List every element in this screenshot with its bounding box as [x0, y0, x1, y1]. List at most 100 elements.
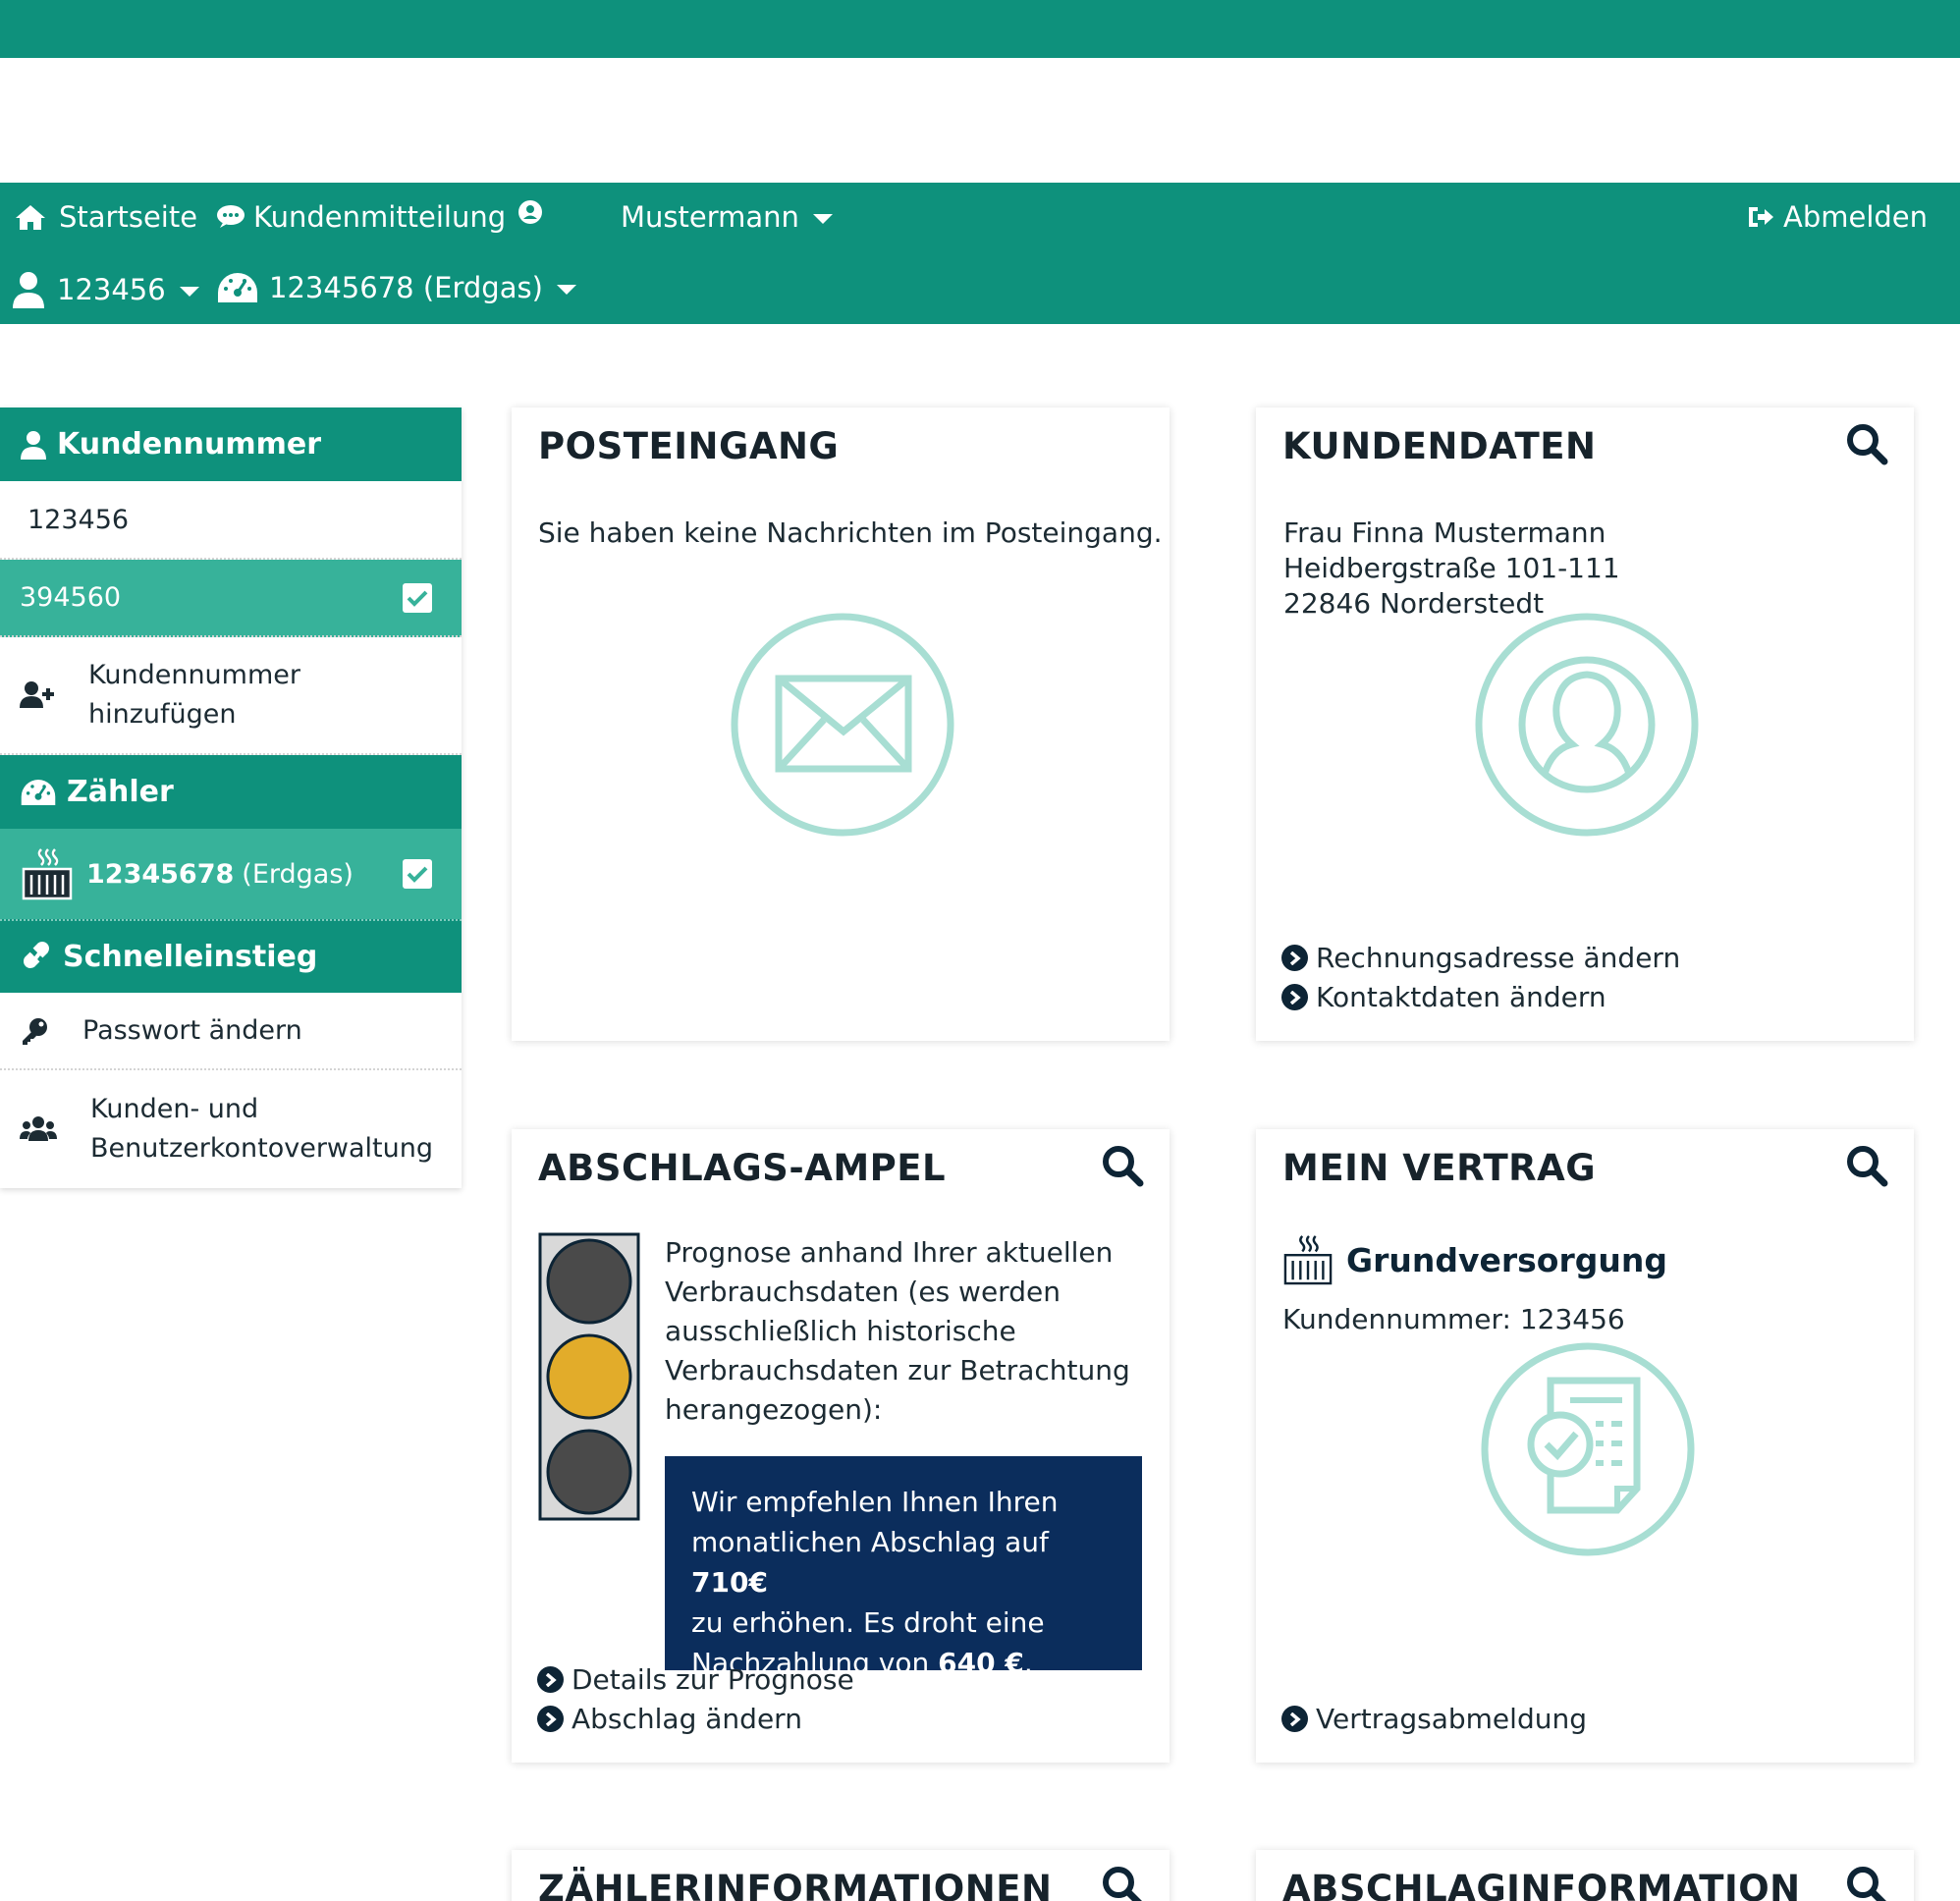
traffic-light-text-line: Verbrauchsdaten zur Betrachtung: [665, 1354, 1130, 1386]
sidebar-item-password[interactable]: Passwort ändern: [0, 993, 462, 1070]
checkbox-checked-icon[interactable]: [403, 582, 432, 613]
traffic-light-red: [546, 1238, 632, 1325]
logout-icon: [1749, 207, 1773, 227]
recommendation-line: zu erhöhen. Es droht eine: [691, 1606, 1045, 1639]
customer-data-title: KUNDENDATEN: [1282, 425, 1597, 467]
logout-button[interactable]: Abmelden: [1746, 200, 1928, 234]
search-icon[interactable]: [1845, 422, 1888, 465]
nav-customer-dropdown[interactable]: 123456: [12, 271, 199, 308]
traffic-light-text-line: Prognose anhand Ihrer aktuellen: [665, 1236, 1114, 1269]
sidebar-item-accounts[interactable]: Kunden- und Benutzerkontoverwaltung: [0, 1070, 462, 1188]
traffic-light-green: [546, 1429, 632, 1515]
meter-info-card: ZÄHLERINFORMATIONEN: [512, 1850, 1170, 1901]
traffic-light-text-line: herangezogen):: [665, 1393, 883, 1426]
sidebar-item-customer-394560[interactable]: 394560: [0, 560, 462, 637]
contract-customer-value: 123456: [1519, 1303, 1625, 1335]
gauge-icon: [218, 273, 257, 302]
chat-icon: [217, 205, 245, 228]
add-customer-line2: hinzufügen: [88, 699, 237, 730]
sidebar-header-quick-label: Schnelleinstieg: [63, 940, 318, 974]
customer-data-card: KUNDENDATEN Frau Finna Mustermann Heidbe…: [1256, 407, 1914, 1041]
meter-info-title: ZÄHLERINFORMATIONEN: [538, 1868, 1053, 1901]
search-icon[interactable]: [1845, 1865, 1888, 1901]
nav-customer-label: 123456: [57, 273, 166, 306]
link-billing-address-label: Rechnungsadresse ändern: [1316, 942, 1681, 974]
add-customer-text: Kundennummer hinzufügen: [88, 656, 300, 734]
accounts-line2: Benutzerkontoverwaltung: [90, 1133, 434, 1164]
inbox-card: POSTEINGANG Sie haben keine Nachrichten …: [512, 407, 1170, 1041]
inbox-empty-text: Sie haben keine Nachrichten im Posteinga…: [538, 516, 1163, 549]
radiator-icon: [22, 848, 73, 900]
accounts-line1: Kunden- und: [90, 1094, 259, 1124]
contract-customer-label: Kundennummer:: [1282, 1303, 1520, 1335]
customer-address: Frau Finna Mustermann Heidbergstraße 101…: [1283, 516, 1620, 622]
sidebar: Kundennummer 123456 394560 Kundennummer …: [0, 407, 462, 1188]
link-change-payment[interactable]: Abschlag ändern: [537, 1703, 802, 1735]
radiator-icon: [1283, 1235, 1333, 1285]
nav-meter-label: 12345678 (Erdgas): [269, 271, 543, 304]
search-icon[interactable]: [1845, 1144, 1888, 1187]
users-icon: [20, 1116, 57, 1141]
sidebar-header-customer: Kundennummer: [0, 407, 462, 481]
traffic-light-text-line: ausschließlich historische: [665, 1315, 1016, 1347]
chevron-right-icon: [1281, 984, 1308, 1010]
nav-home-label: Startseite: [59, 200, 198, 234]
link-billing-address[interactable]: Rechnungsadresse ändern: [1281, 942, 1680, 974]
user-plus-icon: [20, 681, 54, 708]
traffic-light-description: Prognose anhand Ihrer aktuellen Verbrauc…: [665, 1233, 1130, 1430]
search-icon[interactable]: [1101, 1144, 1144, 1187]
link-forecast-details[interactable]: Details zur Prognose: [537, 1663, 854, 1696]
nav-meter-dropdown[interactable]: 12345678 (Erdgas): [216, 271, 576, 304]
nav-messages[interactable]: Kundenmitteilung: [216, 200, 506, 234]
sidebar-header-quick: Schnelleinstieg: [0, 919, 462, 993]
traffic-light-graphic: [538, 1232, 640, 1521]
link-contact-data[interactable]: Kontaktdaten ändern: [1281, 981, 1606, 1013]
nav-user-label: Mustermann: [621, 200, 799, 234]
contract-customer-number: Kundennummer: 123456: [1282, 1302, 1625, 1337]
chevron-down-icon: [556, 285, 576, 295]
payment-traffic-light-card: ABSCHLAGS-AMPEL Prognose anhand Ihrer ak…: [512, 1129, 1170, 1763]
sidebar-item-label: Passwort ändern: [82, 1015, 302, 1046]
sidebar-item-add-customer[interactable]: Kundennummer hinzufügen: [0, 637, 462, 755]
traffic-light-text-line: Verbrauchsdaten (es werden: [665, 1276, 1061, 1308]
user-status-icon-wrap: [518, 200, 542, 224]
user-icon: [21, 430, 46, 460]
customer-name: Frau Finna Mustermann: [1283, 516, 1606, 549]
recommendation-line: Wir empfehlen Ihnen Ihren: [691, 1486, 1059, 1518]
recommended-amount: 710€: [691, 1566, 768, 1599]
inbox-title: POSTEINGANG: [538, 425, 840, 467]
chevron-down-icon: [812, 214, 833, 224]
checkbox-checked-icon[interactable]: [403, 859, 432, 889]
sidebar-item-label: 394560: [20, 582, 122, 613]
sidebar-item-customer-123456[interactable]: 123456: [0, 481, 462, 560]
sidebar-meter-type: (Erdgas): [242, 858, 354, 890]
logout-label: Abmelden: [1783, 200, 1929, 234]
key-icon: [23, 1017, 47, 1045]
link-contract-cancellation[interactable]: Vertragsabmeldung: [1281, 1703, 1587, 1735]
customer-street: Heidbergstraße 101-111: [1283, 552, 1620, 584]
nav-home[interactable]: Startseite: [14, 200, 197, 234]
payment-info-card: ABSCHLAGINFORMATION: [1256, 1850, 1914, 1901]
sidebar-header-customer-label: Kundennummer: [57, 427, 321, 462]
sidebar-meter-number: 12345678: [86, 858, 235, 890]
envelope-icon: [731, 613, 954, 837]
chevron-down-icon: [179, 287, 199, 297]
search-icon[interactable]: [1101, 1865, 1144, 1901]
accounts-text: Kunden- und Benutzerkontoverwaltung: [90, 1090, 433, 1168]
person-circle-icon: [1475, 613, 1699, 837]
contract-product: Grundversorgung: [1283, 1233, 1667, 1286]
contract-title: MEIN VERTRAG: [1282, 1147, 1597, 1189]
contract-product-name: Grundversorgung: [1346, 1240, 1667, 1279]
sidebar-header-meter-label: Zähler: [67, 775, 174, 809]
recommendation-text: .: [1023, 1647, 1033, 1679]
nav-user-dropdown[interactable]: Mustermann: [621, 200, 833, 234]
user-circle-icon: [518, 200, 542, 224]
sidebar-item-meter[interactable]: 12345678 (Erdgas): [0, 829, 462, 919]
contract-document-icon: [1481, 1342, 1695, 1556]
link-change-payment-label: Abschlag ändern: [572, 1703, 802, 1735]
recommendation-line: monatlichen Abschlag auf 710€: [691, 1522, 1116, 1602]
user-icon: [13, 272, 44, 308]
link-forecast-details-label: Details zur Prognose: [572, 1663, 854, 1696]
recommendation-text: monatlichen Abschlag auf: [691, 1526, 1049, 1558]
link-icon: [24, 941, 49, 968]
